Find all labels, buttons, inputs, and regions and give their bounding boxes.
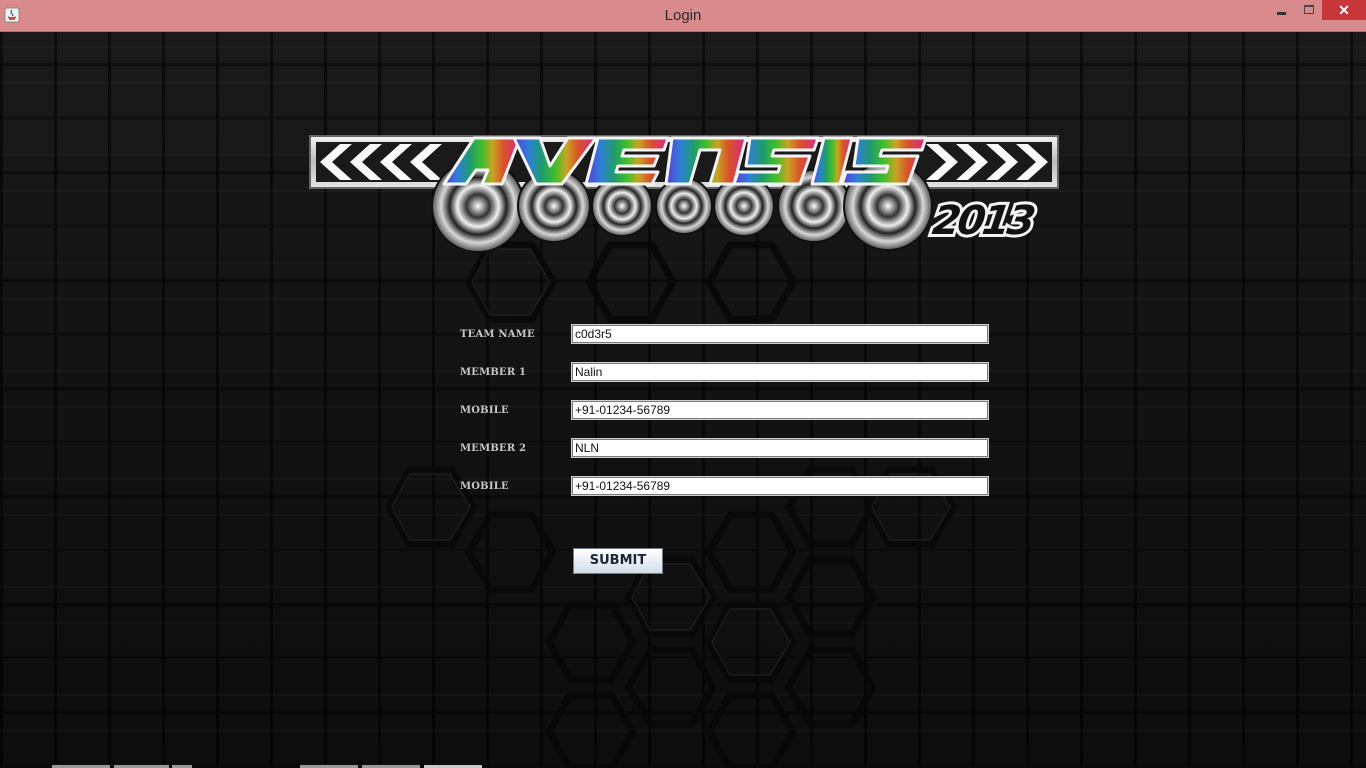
java-app-icon[interactable]	[4, 7, 20, 23]
member-1-input[interactable]	[571, 362, 989, 382]
mobile-2-input[interactable]	[571, 476, 989, 496]
submit-button[interactable]: SUBMIT	[573, 548, 663, 574]
title-bar: Login ✕	[0, 0, 1366, 32]
team-name-label: TEAM NAME	[460, 329, 535, 340]
member-2-input[interactable]	[571, 438, 989, 458]
avensis-2013-logo: 2013	[309, 135, 1059, 253]
mobile-1-input[interactable]	[571, 400, 989, 420]
logo-year-icon: 2013	[930, 198, 1037, 244]
close-button[interactable]: ✕	[1322, 0, 1366, 20]
close-icon: ✕	[1338, 2, 1350, 18]
member-2-label: MEMBER 2	[460, 443, 527, 454]
window-title: Login	[664, 7, 702, 24]
mobile-1-label: MOBILE	[460, 405, 509, 416]
minimize-button[interactable]	[1271, 0, 1293, 20]
team-name-input[interactable]	[571, 324, 989, 344]
maximize-button[interactable]	[1296, 0, 1320, 20]
mobile-2-label: MOBILE	[460, 481, 509, 492]
member-1-label: MEMBER 1	[460, 367, 527, 378]
